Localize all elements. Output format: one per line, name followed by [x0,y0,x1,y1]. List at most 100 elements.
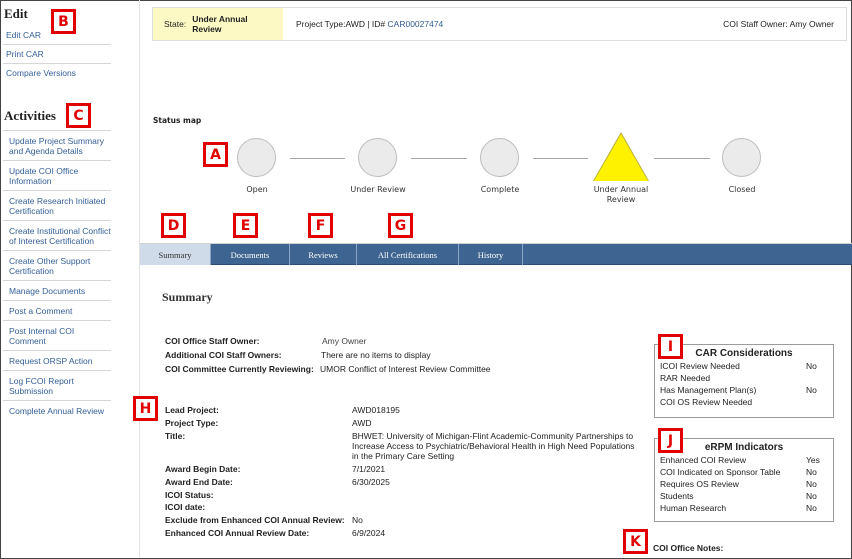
car-row: Has Management Plan(s) No [660,384,828,396]
row-value: No [806,467,817,477]
coi-office-notes-label: COI Office Notes: [653,543,724,553]
row-label: RAR Needed [660,373,711,383]
callout-marker-h: H [133,396,158,421]
status-node-under-review [358,138,397,177]
post-comment-link[interactable]: Post a Comment [3,301,111,321]
field-icoi-date: ICOI date: [165,502,655,512]
create-research-certification-link[interactable]: Create Research Initiated Certification [3,191,111,221]
status-label-under-annual-review: Under Annual Review [581,185,661,205]
car-row: RAR Needed [660,372,828,384]
row-label: Students [660,491,694,501]
callout-marker-d: D [161,213,186,238]
tab-all-certifications[interactable]: All Certifications [357,244,459,265]
complete-annual-review-link[interactable]: Complete Annual Review [3,401,111,420]
status-label-open: Open [246,185,268,194]
staff-owner-label: COI Staff Owner: [723,19,788,29]
status-node-open [237,138,276,177]
car-considerations-title: CAR Considerations [695,348,793,359]
field-award-begin-date: Award Begin Date: 7/1/2021 [165,464,655,474]
manage-documents-link[interactable]: Manage Documents [3,281,111,301]
callout-marker-c: C [66,103,91,128]
row-value: No [806,479,817,489]
car-id-link[interactable]: CAR00027474 [388,19,444,29]
activities-heading: Activities [4,108,56,123]
print-car-link[interactable]: Print CAR [3,45,111,64]
field-value: No [352,515,363,525]
edit-heading: Edit [4,6,28,21]
row-label: Enhanced COI Review [660,455,746,465]
row-label: Human Research [660,503,727,513]
callout-marker-b: B [51,9,76,34]
row-label: Has Management Plan(s) [660,385,757,395]
field-key: ICOI Status: [165,490,214,500]
summary-title: Summary [162,290,213,304]
tab-summary[interactable]: Summary [140,244,211,265]
field-value: 6/9/2024 [352,528,386,538]
row-value: No [806,361,817,371]
field-icoi-status: ICOI Status: [165,490,655,500]
field-value: 7/1/2021 [352,464,386,474]
field-key: Additional COI Staff Owners: [165,350,282,360]
callout-marker-a: A [203,142,228,167]
erpm-row: Students No [660,490,828,502]
callout-marker-j: J [658,428,683,453]
erpm-row: Enhanced COI Review Yes [660,454,828,466]
tab-reviews[interactable]: Reviews [290,244,357,265]
post-internal-coi-comment-link[interactable]: Post Internal COI Comment [3,321,111,351]
state-indicator: State: Under Annual Review [153,8,283,40]
status-node-complete [480,138,519,177]
tab-history[interactable]: History [459,244,523,265]
car-row: ICOI Review Needed No [660,360,828,372]
field-key: COI Office Staff Owner: [165,336,260,346]
create-institutional-coi-certification-link[interactable]: Create Institutional Conflict of Interes… [3,221,111,251]
row-value: Yes [806,455,820,465]
status-label-complete: Complete [480,185,520,194]
update-project-summary-link[interactable]: Update Project Summary and Agenda Detail… [3,130,111,161]
field-lead-project: Lead Project: AWD018195 [165,405,655,415]
field-key: ICOI date: [165,502,206,512]
row-value [806,372,828,384]
field-value-line: Increase Access to Psychiatric/Behaviora… [352,441,635,451]
field-coi-committee: COI Committee Currently Reviewing: UMOR … [165,364,545,374]
field-key: Exclude from Enhanced COI Annual Review: [165,515,345,525]
status-node-closed [722,138,761,177]
field-key: Award End Date: [165,477,233,487]
row-value: No [806,385,817,395]
erpm-indicators-title: eRPM Indicators [704,442,784,453]
activities-menu: Update Project Summary and Agenda Detail… [3,130,111,420]
callout-marker-g: G [388,213,413,238]
tab-documents[interactable]: Documents [211,244,290,265]
field-value: AWD [352,418,372,428]
field-value: 6/30/2025 [352,477,390,487]
row-value: No [806,491,817,501]
field-value: UMOR Conflict of Interest Review Committ… [320,364,491,374]
callout-marker-i: I [658,334,683,359]
request-orsp-action-link[interactable]: Request ORSP Action [3,351,111,371]
row-value: No [806,503,817,513]
row-label: COI Indicated on Sponsor Table [660,467,781,477]
status-label-closed: Closed [728,185,756,194]
field-title: Title: BHWET: University of Michigan-Fli… [165,431,655,463]
status-connector [654,158,710,159]
field-coi-office-staff-owner: COI Office Staff Owner: Amy Owner [165,336,545,346]
project-type-text: Project Type:AWD | ID# [296,19,386,29]
field-exclude-enhanced-review: Exclude from Enhanced COI Annual Review:… [165,515,655,525]
callout-marker-e: E [233,213,258,238]
field-key: Title: [165,431,186,441]
status-map-title: Status map [153,116,202,125]
state-value: Under Annual Review [192,14,248,34]
field-project-type: Project Type: AWD [165,418,655,428]
field-key: COI Committee Currently Reviewing: [165,364,314,374]
erpm-row: COI Indicated on Sponsor Table No [660,466,828,478]
log-fcoi-report-link[interactable]: Log FCOI Report Submission [3,371,111,401]
main-content: State: Under Annual Review Project Type:… [139,0,852,558]
create-other-support-certification-link[interactable]: Create Other Support Certification [3,251,111,281]
field-key: Project Type: [165,418,219,428]
compare-versions-link[interactable]: Compare Versions [3,64,111,82]
field-value: Amy Owner [322,336,367,346]
status-connector [533,158,588,159]
row-label: ICOI Review Needed [660,361,740,371]
update-coi-office-info-link[interactable]: Update COI Office Information [3,161,111,191]
callout-marker-k: K [623,529,648,554]
staff-owner-value: Amy Owner [789,19,834,29]
